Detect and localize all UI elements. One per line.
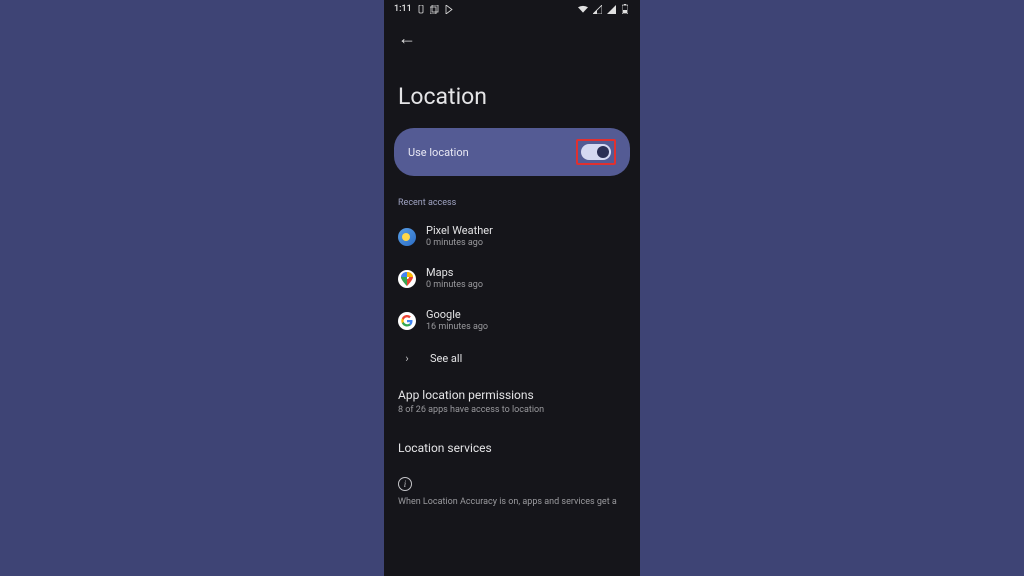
app-name: Google	[426, 308, 488, 322]
app-name: Maps	[426, 266, 483, 280]
notification-icon	[416, 4, 426, 14]
services-title: Location services	[398, 440, 626, 457]
pixel-weather-icon	[398, 228, 416, 246]
wifi-icon	[578, 4, 588, 14]
status-bar: 1:11	[384, 0, 640, 16]
status-right	[578, 4, 630, 14]
app-time: 0 minutes ago	[426, 280, 483, 292]
page-title: Location	[384, 49, 640, 128]
recent-app-maps[interactable]: Maps 0 minutes ago	[384, 258, 640, 300]
toggle-highlight	[576, 139, 616, 165]
info-icon: i	[398, 477, 412, 491]
google-icon	[398, 312, 416, 330]
phone-frame: 1:11 ←	[384, 0, 640, 576]
signal-icon	[592, 4, 602, 14]
see-all-label: See all	[430, 352, 462, 365]
nav-back-row: ←	[384, 16, 640, 49]
app-time: 16 minutes ago	[426, 322, 488, 334]
copy-icon	[430, 4, 440, 14]
recent-app-google[interactable]: Google 16 minutes ago	[384, 300, 640, 342]
permissions-sub: 8 of 26 apps have access to location	[398, 404, 626, 417]
app-name: Pixel Weather	[426, 224, 493, 238]
status-time: 1:11	[394, 4, 412, 14]
app-text: Pixel Weather 0 minutes ago	[426, 224, 493, 250]
status-left: 1:11	[394, 4, 454, 14]
info-text: When Location Accuracy is on, apps and s…	[384, 493, 640, 509]
app-location-permissions[interactable]: App location permissions 8 of 26 apps ha…	[384, 375, 640, 428]
recent-access-header: Recent access	[384, 176, 640, 216]
app-time: 0 minutes ago	[426, 238, 493, 250]
signal-icon-2	[606, 4, 616, 14]
see-all-row[interactable]: › See all	[384, 342, 640, 375]
recent-app-pixel-weather[interactable]: Pixel Weather 0 minutes ago	[384, 216, 640, 258]
use-location-card[interactable]: Use location	[394, 128, 630, 176]
battery-icon	[620, 4, 630, 14]
app-text: Maps 0 minutes ago	[426, 266, 483, 292]
back-arrow-icon[interactable]: ←	[398, 28, 416, 49]
permissions-title: App location permissions	[398, 387, 626, 404]
chevron-right-icon: ›	[398, 352, 416, 365]
toggle-knob	[597, 146, 609, 158]
use-location-label: Use location	[408, 146, 469, 159]
use-location-toggle[interactable]	[581, 144, 611, 160]
app-text: Google 16 minutes ago	[426, 308, 488, 334]
maps-icon	[398, 270, 416, 288]
play-store-icon	[444, 4, 454, 14]
location-services[interactable]: Location services	[384, 428, 640, 469]
